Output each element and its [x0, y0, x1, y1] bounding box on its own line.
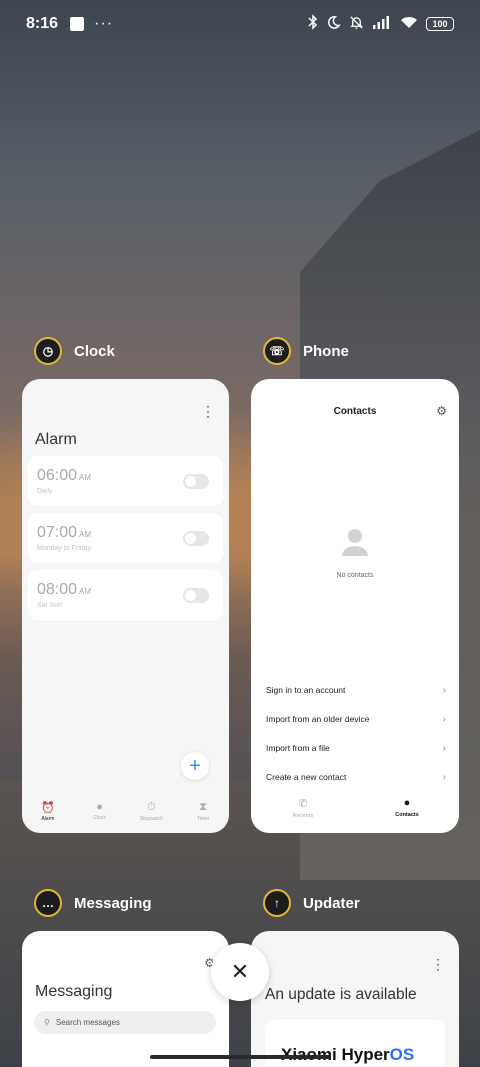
phone-app-icon: ☏	[263, 337, 291, 365]
alarm-toggle[interactable]	[183, 474, 209, 489]
app-name-messaging: Messaging	[74, 894, 152, 912]
messaging-heading: Messaging	[35, 983, 113, 1000]
tab-stopwatch[interactable]: ⏱ Stopwatch	[126, 797, 178, 833]
alarm-ampm: AM	[79, 473, 92, 482]
chevron-right-icon: ›	[442, 743, 446, 754]
hourglass-icon: ⧗	[199, 801, 207, 813]
alarm-time: 07:00	[37, 524, 78, 541]
app-label-clock[interactable]: ◷ Clock	[34, 337, 115, 365]
alarm-toggle[interactable]	[183, 531, 209, 546]
status-time: 8:16	[26, 15, 59, 32]
bell-off-icon	[349, 15, 364, 34]
tab-label: Alarm	[41, 816, 55, 822]
create-contact-row[interactable]: Create a new contact ›	[266, 772, 446, 783]
messaging-app-icon: …	[34, 889, 62, 917]
signal-icon	[372, 15, 392, 33]
app-name-phone: Phone	[303, 342, 349, 360]
alarm-ampm: AM	[79, 587, 92, 596]
phone-icon: ✆	[298, 798, 308, 810]
empty-state-text: No contacts	[336, 572, 374, 579]
search-placeholder: Search messages	[55, 1018, 120, 1027]
tab-contacts[interactable]: ● Contacts	[355, 797, 459, 819]
status-bar: 8:16 ··· 100	[0, 0, 480, 48]
battery-icon: 100	[426, 17, 454, 31]
action-label: Sign in to an account	[266, 685, 346, 695]
action-label: Import from a file	[266, 743, 330, 753]
app-label-messaging[interactable]: … Messaging	[34, 889, 152, 917]
tab-label: Contacts	[395, 812, 419, 818]
tab-clock[interactable]: ● Clock	[74, 797, 126, 833]
add-alarm-button[interactable]: +	[181, 752, 209, 780]
stopwatch-icon: ⏱	[147, 801, 156, 813]
phone-tab-bar: ✆ Recents ● Contacts	[251, 797, 459, 819]
update-banner: Xiaomi HyperOS	[265, 1020, 445, 1067]
app-name-clock: Clock	[74, 342, 115, 360]
alarm-item[interactable]: 07:00 AM Monday to Friday	[28, 513, 223, 563]
updater-app-icon: ↑	[263, 889, 291, 917]
clock-tab-bar: ⏰ Alarm ● Clock ⏱ Stopwatch ⧗ Timer	[22, 797, 229, 833]
wifi-icon	[400, 15, 418, 33]
phone-app-card[interactable]: Contacts ⚙ No contacts Sign in to an acc…	[251, 379, 459, 833]
tab-recents[interactable]: ✆ Recents	[251, 797, 355, 819]
moon-icon	[326, 15, 341, 34]
contacts-title: Contacts	[333, 406, 377, 417]
more-notifications-icon: ···	[94, 15, 114, 32]
gesture-home-bar[interactable]	[150, 1055, 330, 1059]
person-placeholder-icon	[340, 527, 370, 557]
sign-in-account-row[interactable]: Sign in to an account ›	[266, 685, 446, 696]
import-file-row[interactable]: Import from a file ›	[266, 743, 446, 754]
messaging-app-card[interactable]: ⚙ Messaging ⚲ Search messages	[22, 931, 229, 1067]
tab-label: Recents	[292, 813, 314, 819]
clock-app-icon: ◷	[34, 337, 62, 365]
tab-label: Timer	[196, 816, 210, 822]
alarm-item[interactable]: 06:00 AM Daily	[28, 456, 223, 506]
chevron-right-icon: ›	[442, 772, 446, 783]
action-label: Create a new contact	[266, 772, 347, 782]
import-older-device-row[interactable]: Import from an older device ›	[266, 714, 446, 725]
tab-label: Clock	[93, 815, 106, 821]
search-messages-input[interactable]: ⚲ Search messages	[34, 1011, 216, 1034]
alarm-repeat: Daily	[37, 488, 53, 495]
more-options-icon[interactable]: ⋮	[431, 956, 445, 973]
tab-label: Stopwatch	[139, 816, 164, 822]
chevron-right-icon: ›	[442, 685, 446, 696]
action-label: Import from an older device	[266, 714, 370, 724]
clock-icon: ●	[96, 801, 103, 813]
app-label-updater[interactable]: ↑ Updater	[263, 889, 360, 917]
settings-gear-icon[interactable]: ⚙	[436, 404, 447, 418]
notification-icon	[70, 17, 85, 31]
brand-suffix: OS	[389, 1045, 415, 1064]
tab-alarm[interactable]: ⏰ Alarm	[22, 797, 74, 833]
alarm-toggle[interactable]	[183, 588, 209, 603]
status-icons: 100	[308, 14, 454, 34]
alarm-item[interactable]: 08:00 AM Sat Sun	[28, 570, 223, 620]
clock-app-card[interactable]: ⋮ Alarm 06:00 AM Daily 07:00 AM Monday to …	[22, 379, 229, 833]
person-icon: ●	[403, 797, 411, 809]
chevron-right-icon: ›	[442, 714, 446, 725]
more-options-icon[interactable]: ⋮	[201, 403, 215, 420]
app-label-phone[interactable]: ☏ Phone	[263, 337, 349, 365]
app-name-updater: Updater	[303, 894, 360, 912]
tab-timer[interactable]: ⧗ Timer	[177, 797, 229, 833]
alarm-time: 08:00	[37, 581, 78, 598]
alarm-repeat: Sat Sun	[37, 602, 62, 609]
bluetooth-icon	[308, 14, 318, 34]
alarm-icon: ⏰	[41, 802, 55, 814]
update-heading: An update is available	[265, 986, 417, 1003]
clear-all-button[interactable]: ✕	[211, 943, 269, 1001]
alarm-heading: Alarm	[35, 431, 77, 448]
alarm-repeat: Monday to Friday	[37, 545, 92, 552]
alarm-ampm: AM	[79, 530, 92, 539]
updater-app-card[interactable]: ⋮ An update is available Xiaomi HyperOS	[251, 931, 459, 1067]
alarm-time: 06:00	[37, 467, 78, 484]
search-icon: ⚲	[44, 1018, 50, 1027]
